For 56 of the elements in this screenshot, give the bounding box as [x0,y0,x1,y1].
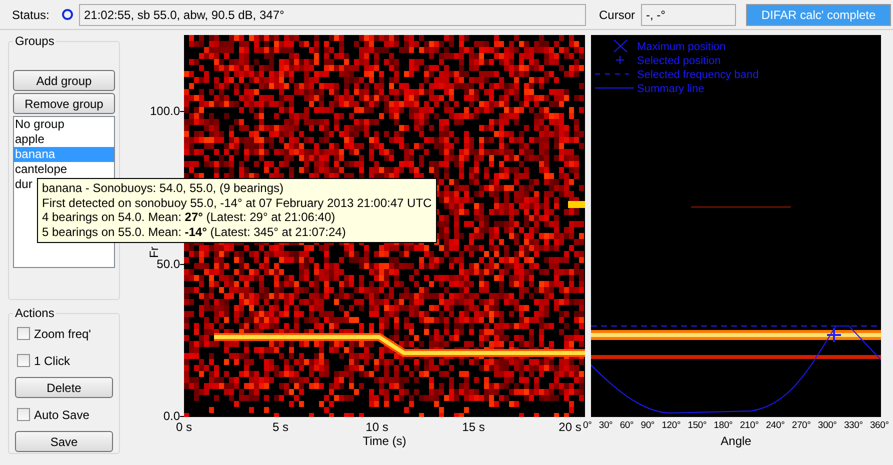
group-item[interactable]: No group [14,117,114,132]
x-tick-label: 150° [688,420,707,433]
y-tick-label: 50.0 [156,257,180,271]
x-tick-label: 120° [662,420,681,433]
tooltip-line: 4 bearings on 54.0. Mean: 27° (Latest: 29° at 21:06:40) [42,210,336,224]
checkbox[interactable] [17,327,30,340]
x-tick-label: 360° [870,420,889,433]
group-button[interactable]: Add group [13,70,115,91]
actions-title: Actions [14,306,56,320]
x-tick-label: 5 s [272,420,288,434]
cursor-label: Cursor [599,8,636,22]
status-field: 21:02:55, sb 55.0, abw, 90.5 dB, 347° [79,4,586,26]
cursor-field: -, -° [641,4,736,26]
tooltip-line: First detected on sonobuoy 55.0, -14° at 07 February 2013 21:00:47 UTC [42,196,432,210]
x-tick-label: 30° [598,420,613,433]
cross-icon [614,40,628,52]
action-button[interactable]: Save [15,431,113,452]
x-tick-label: 270° [792,420,811,433]
groups-title: Groups [14,34,56,48]
group-item[interactable]: apple [14,132,114,147]
checkbox-label: Zoom freq' [34,326,91,340]
checkbox[interactable] [17,408,30,421]
progress-bar: DIFAR calc' complete [746,4,892,26]
status-ring-icon [62,9,73,20]
x-tick-label: 330° [844,420,863,433]
x-tick-label: 60° [620,420,634,433]
group-item[interactable]: cantelope [14,162,114,177]
x-tick-label: 90° [640,420,655,433]
action-button[interactable]: Delete [15,377,113,398]
x-tick-label: 210° [740,420,759,433]
x-axis-label: Angle [720,434,752,448]
y-tick-label: 100.0 [150,104,180,118]
legend-label: Maximum position [637,41,726,53]
x-tick-label: 10 s [366,420,388,434]
checkbox-label: Auto Save [34,408,90,422]
status-label: Status: [12,8,50,22]
selected-position-plus-icon [827,328,841,342]
y-tick-label: 0.0 [163,409,180,423]
checkbox-label: 1 Click [34,354,70,368]
x-tick-label: 15 s [462,420,485,434]
x-tick-label: 0 s [176,420,192,434]
legend-label: Summary line [637,83,704,95]
x-tick-label: 20 s [558,420,582,434]
checkbox[interactable] [17,354,30,367]
x-tick-label: 180° [714,420,733,433]
x-tick-label: 240° [766,420,785,433]
x-tick-label: 300° [818,420,837,433]
legend-label: Selected position [637,55,721,67]
group-button[interactable]: Remove group [13,93,115,114]
y-axis-label: Fr [147,246,161,258]
tooltip-line: banana - Sonobuoys: 54.0, 55.0, (9 bearings) [42,181,284,196]
x-axis-label: Time (s) [362,434,406,448]
plus-icon [616,56,624,64]
x-tick-label: 0° [583,420,592,433]
tooltip-line: 5 bearings on 55.0. Mean: -14° (Latest: 345° at 21:07:24) [42,224,347,239]
legend-label: Selected frequency band [637,69,759,81]
